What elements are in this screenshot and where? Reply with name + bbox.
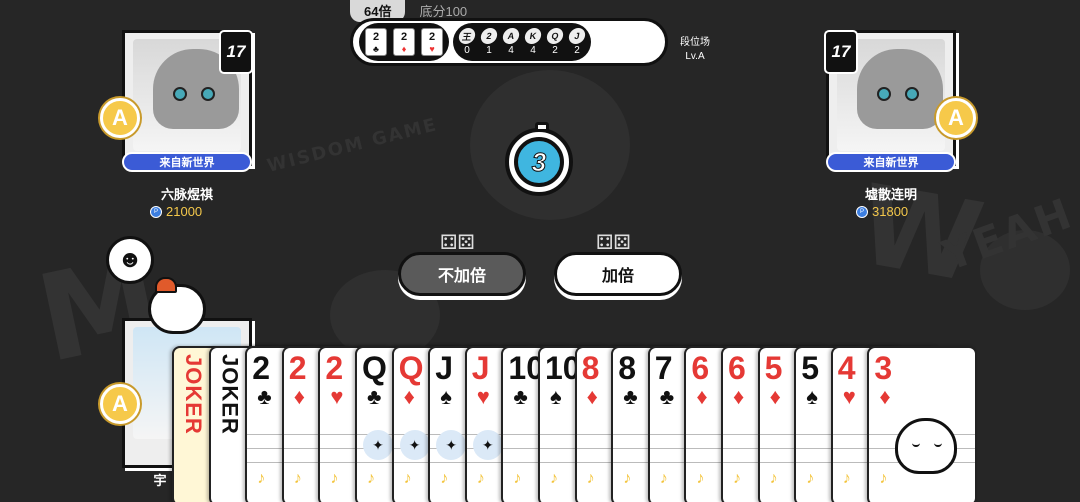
tracker-item: A4 <box>501 28 521 56</box>
tracker-item: K4 <box>523 28 543 56</box>
card-suit-icon: ♦ <box>293 384 306 409</box>
card-rank: Q <box>398 350 424 386</box>
card-suit-icon: ♥ <box>330 384 344 409</box>
card-rank: 8 <box>618 350 636 386</box>
music-note-icon: ♪ <box>403 470 412 487</box>
card-rank: Q <box>362 350 387 386</box>
music-note-icon: ♪ <box>769 470 778 487</box>
left-player-level-badge: 17 <box>219 30 253 74</box>
countdown-timer: 3 <box>505 122 573 196</box>
music-note-icon: ♪ <box>879 470 888 487</box>
right-player-rank-icon: A <box>936 98 976 138</box>
left-player-name: 六脉煜祺 <box>160 187 213 202</box>
hole-card: 2 ♥ <box>421 28 443 56</box>
sparkle-icon: ✦ <box>472 430 503 460</box>
card-suit-icon: ♠ <box>550 384 562 409</box>
player-hand: JOKER JOKER 2 ♣ ♪ 2 ♦ ♪ 2 ♥ ♪ Q ♣ ♪ ✦ Q ♦ ♪ ✦ J ♠ ♪ ✦ J ♥ ♪ ✦ 10 ♣ ♪ 1… <box>172 346 1032 502</box>
double-button[interactable]: 加倍 <box>554 252 682 296</box>
sparkle-icon: ✦ <box>363 430 393 460</box>
card-rank: JOKER <box>181 354 206 435</box>
hole-cards: 2 ♣ 2 ♦ 2 ♥ <box>359 23 449 61</box>
background-watermark: WISDOM GAME <box>265 114 440 177</box>
cat-mascot-icon <box>895 418 958 474</box>
self-player-rank-icon: A <box>100 384 140 424</box>
card-rank: 8 <box>581 350 600 386</box>
countdown-value: 3 <box>514 137 564 187</box>
no-double-button[interactable]: 不加倍 <box>398 252 526 296</box>
hole-card: 2 ♦ <box>393 28 415 56</box>
coin-icon: P <box>856 205 868 218</box>
card-rank: JOKER <box>217 354 243 435</box>
card-suit-icon: ♥ <box>476 384 490 409</box>
card-suit-icon: ♦ <box>586 384 598 409</box>
emoji-button[interactable]: ☻ <box>106 236 154 284</box>
tracker-item: Q2 <box>545 28 565 56</box>
music-note-icon: ♪ <box>842 470 851 487</box>
multiplier-header: 64倍 底分100 <box>350 0 500 22</box>
base-score-label: 底分100 <box>419 3 468 19</box>
card-suit-icon: ♣ <box>257 384 272 409</box>
coin-icon: P <box>150 205 162 218</box>
self-player-name: 宇 <box>153 473 167 488</box>
card-rank: 5 <box>764 350 783 386</box>
card-rank: 6 <box>691 350 710 386</box>
music-note-icon: ♪ <box>293 470 302 487</box>
music-note-icon: ♪ <box>806 470 815 487</box>
card-suit-icon: ♦ <box>769 384 781 409</box>
right-player-name: 墟散连明 <box>864 187 917 202</box>
right-player-level-badge: 17 <box>824 30 858 74</box>
music-note-icon: ♪ <box>476 470 485 487</box>
card-info-bar: 2 ♣ 2 ♦ 2 ♥ 王0 21 A4 K4 Q2 J2 <box>350 18 668 66</box>
tracker-item: 王0 <box>457 28 477 56</box>
hole-card: 2 ♣ <box>365 28 387 56</box>
card-rank: J <box>435 350 453 386</box>
card-suit-icon: ♦ <box>733 384 745 409</box>
music-note-icon: ♪ <box>550 470 558 487</box>
music-note-icon: ♪ <box>440 470 449 487</box>
card-suit-icon: ♣ <box>623 384 638 409</box>
card-suit-icon: ♠ <box>440 384 452 409</box>
card-rank: 7 <box>654 350 673 386</box>
music-note-icon: ♪ <box>367 470 375 487</box>
left-player-score: P 21000 <box>150 204 202 219</box>
card-rank: 5 <box>801 350 819 386</box>
left-player-rank-icon: A <box>100 98 140 138</box>
music-note-icon: ♪ <box>623 470 632 487</box>
card-suit-icon: ♣ <box>513 384 528 409</box>
tracker-item: J2 <box>567 28 587 56</box>
music-note-icon: ♪ <box>696 470 705 487</box>
music-note-icon: ♪ <box>513 470 522 487</box>
music-note-icon: ♪ <box>257 470 266 487</box>
card-suit-icon: ♣ <box>367 384 382 409</box>
card-suit-icon: ♦ <box>696 384 708 409</box>
music-note-icon: ♪ <box>733 470 741 487</box>
card-rank: 2 <box>325 350 344 386</box>
left-player-title: 来自新世界 <box>122 152 252 172</box>
tracker-item: 21 <box>479 28 499 56</box>
card-rank: 2 <box>252 350 270 386</box>
hand-card[interactable]: 3 ♦ ♪ <box>867 346 978 502</box>
mascot-cat <box>148 277 206 334</box>
music-note-icon: ♪ <box>330 470 339 487</box>
card-rank: J <box>471 350 490 386</box>
card-rank: 3 <box>874 350 893 386</box>
right-player-title: 来自新世界 <box>826 152 956 172</box>
card-rank: 4 <box>837 350 856 386</box>
music-note-icon: ♪ <box>586 470 595 487</box>
sparkle-icon: ✦ <box>436 430 467 460</box>
card-suit-icon: ♥ <box>842 384 856 409</box>
card-suit-icon: ♦ <box>403 384 415 409</box>
card-rank: 2 <box>288 350 307 386</box>
right-player-score: P 31800 <box>856 204 908 219</box>
card-rank: 6 <box>728 350 746 386</box>
card-suit-icon: ♠ <box>806 384 818 409</box>
card-tracker[interactable]: 王0 21 A4 K4 Q2 J2 <box>453 23 591 61</box>
sparkle-icon: ✦ <box>399 430 430 460</box>
card-suit-icon: ♦ <box>879 384 891 409</box>
card-suit-icon: ♣ <box>659 384 675 409</box>
music-note-icon: ♪ <box>659 470 668 487</box>
rank-mode-label: 段位场 Lv.A <box>680 37 710 62</box>
